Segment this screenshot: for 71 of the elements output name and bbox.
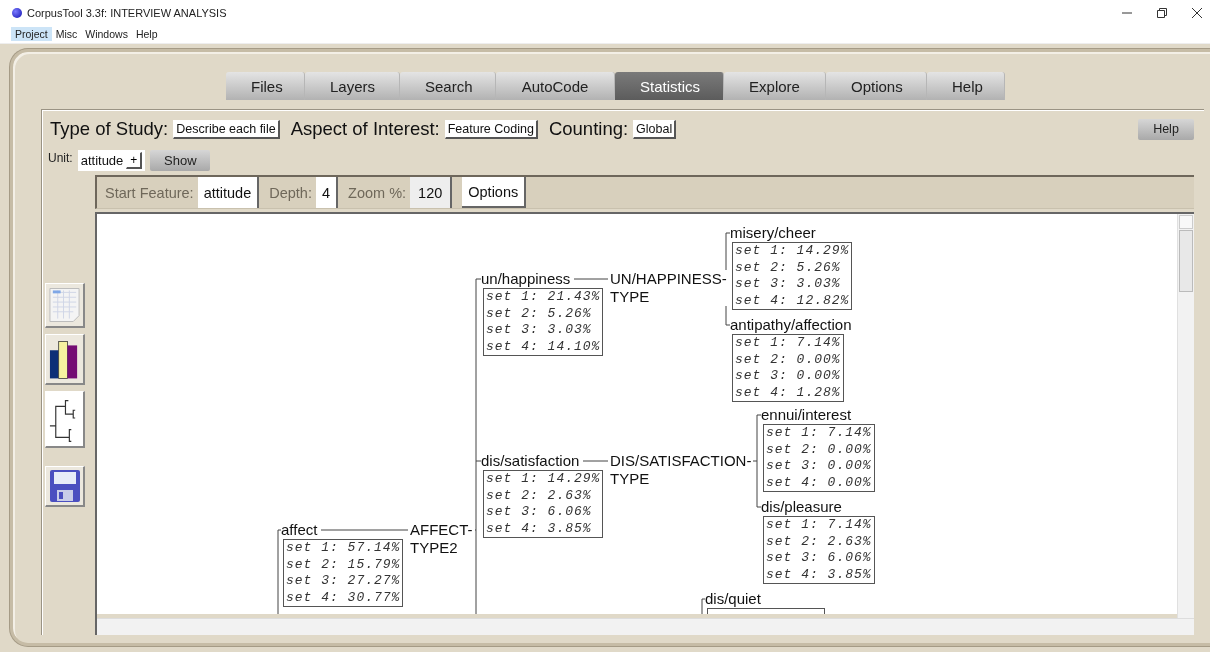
toolbar-label: Zoom %: [348, 184, 407, 201]
tree-diagram-icon[interactable] [45, 391, 85, 448]
bar-chart-icon[interactable] [45, 334, 85, 385]
system-label: UN/HAPPINESS-TYPE [608, 270, 729, 306]
stat-line: set 2: 2.63% [766, 533, 872, 550]
stat-line: set 4: 3.85% [766, 566, 872, 583]
menu-item[interactable]: Project [11, 27, 52, 41]
tab[interactable]: Search [400, 72, 496, 100]
stat-line: set 3: 6.06% [486, 504, 593, 521]
stat-line: set 4: 3.85% [486, 520, 593, 537]
window-title: CorpusTool 3.3f: INTERVIEW ANALYSIS [27, 6, 227, 19]
save-icon[interactable] [45, 466, 85, 507]
stat-line: set 1: 21.43% [486, 289, 601, 306]
option-label: Aspect of Interest: [290, 118, 440, 140]
option-selector[interactable]: Global [633, 119, 677, 139]
tab[interactable]: Layers [305, 72, 400, 100]
menu-item[interactable]: Windows [81, 27, 132, 41]
show-button[interactable]: Show [150, 150, 211, 171]
tab[interactable]: Files [226, 72, 305, 100]
unit-value[interactable]: attitude [80, 153, 124, 168]
unit-label: Unit: [48, 151, 73, 165]
tab[interactable]: AutoCode [496, 72, 615, 100]
stat-line: set 3: 3.03% [486, 322, 593, 339]
scrollbar-thumb[interactable] [1179, 230, 1193, 292]
stat-line: set 1: 14.29% [735, 243, 850, 260]
stat-line: set 4: 14.10% [486, 338, 601, 355]
menu-item[interactable]: Help [131, 27, 162, 41]
tab[interactable]: Help [927, 72, 1005, 100]
stat-line: set 3: 0.00% [735, 368, 841, 385]
vertical-scrollbar[interactable] [1177, 214, 1194, 618]
stat-line: set 4: 0.00% [766, 474, 872, 491]
stat-line: set 2: 0.00% [735, 351, 841, 368]
stat-line: set 1: 7.14% [766, 425, 872, 442]
add-button[interactable]: + [126, 152, 143, 169]
option-label: Type of Study: [50, 118, 169, 140]
close-icon[interactable] [1192, 7, 1202, 18]
toolbar-label: Start Feature: [105, 184, 194, 201]
tab[interactable]: Options [826, 72, 927, 100]
stat-line: set 1: 7.14% [766, 517, 872, 534]
stat-line: set 1: 14.29% [486, 471, 601, 488]
stat-line: set 2: 0.00% [766, 441, 872, 458]
toolbar-field[interactable]: 4 [315, 177, 339, 208]
help-button[interactable]: Help [1138, 118, 1194, 140]
stat-line: set 4: 12.82% [735, 292, 850, 309]
stat-line: set 2: 2.63% [486, 487, 593, 504]
stat-line: set 3: 0.00% [766, 458, 872, 475]
app-icon [12, 7, 22, 18]
stat-line: set 1: 57.14% [286, 540, 401, 557]
stat-line: set 2: 5.26% [486, 305, 593, 322]
option-selector[interactable]: Feature Coding [444, 119, 538, 139]
stat-line: set 3: 27.27% [286, 573, 401, 590]
stat-line: set 3: 6.06% [766, 550, 872, 567]
stat-line: set 4: 1.28% [735, 384, 841, 401]
stat-line: set 1: 7.14% [735, 335, 841, 352]
stat-line: set 4: 30.77% [286, 589, 401, 606]
stat-line: set 2: 5.26% [735, 259, 842, 276]
table-icon[interactable] [45, 283, 85, 328]
option-label: Counting: [548, 118, 629, 140]
horizontal-scrollbar[interactable] [97, 618, 1194, 635]
toolbar-field[interactable]: 120 [410, 177, 453, 208]
restore-icon[interactable] [1157, 7, 1167, 18]
feature-label: un/happiness [481, 270, 575, 288]
toolbar-field[interactable]: attitude [197, 177, 260, 208]
tab[interactable]: Statistics [615, 72, 724, 100]
stat-line: set 2: 15.79% [286, 556, 401, 573]
stat-line: set 3: 3.03% [735, 276, 842, 293]
options-button[interactable]: Options [462, 177, 527, 208]
toolbar-label: Depth: [269, 184, 312, 201]
option-selector[interactable]: Describe each file [173, 119, 280, 139]
tab[interactable]: Explore [724, 72, 826, 100]
menu-item[interactable]: Misc [51, 27, 82, 41]
